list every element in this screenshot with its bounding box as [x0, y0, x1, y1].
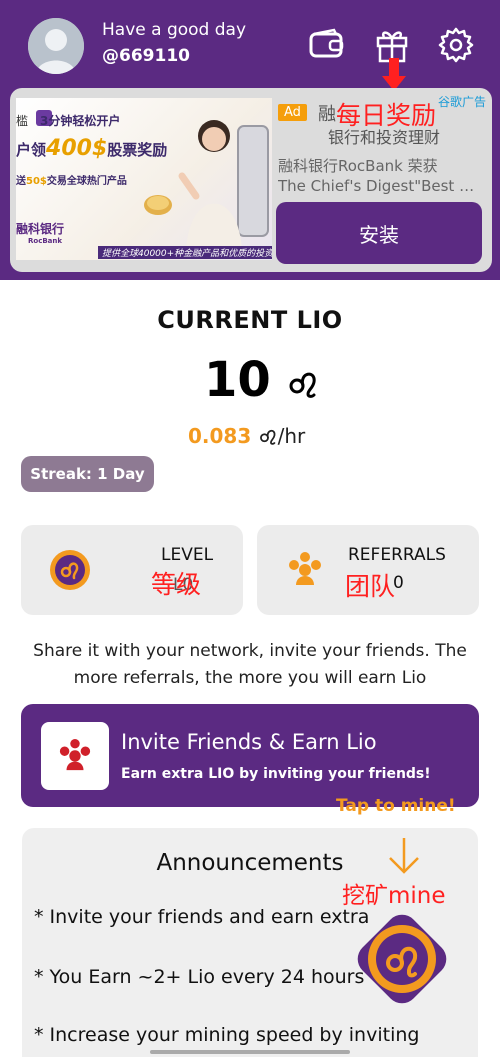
annotation-level: 等级 — [151, 570, 202, 599]
app-screen: Have a good day @669110 槛 3分钟轻松开户 户领400$… — [0, 0, 500, 1057]
current-lio-title: CURRENT LIO — [157, 306, 343, 334]
avatar[interactable] — [28, 18, 84, 74]
ad-description-line1: 融科银行RocBank 荣获 — [278, 157, 438, 175]
mining-rate: 0.083 /hr — [188, 424, 305, 448]
level-label: LEVEL — [161, 545, 214, 565]
home-indicator[interactable] — [150, 1050, 350, 1054]
username: @669110 — [102, 46, 190, 66]
ad-image-sub: 送50$交易全球热门产品 — [16, 176, 127, 187]
share-description: Share it with your network, invite your … — [33, 641, 467, 688]
lio-balance: 10 — [204, 352, 320, 408]
invite-subtitle: Earn extra LIO by inviting your friends! — [121, 766, 431, 782]
leo-symbol-small-icon — [259, 429, 275, 445]
ad-image[interactable]: 槛 3分钟轻松开户 户领400$股票奖励 送50$交易全球热门产品 融科银行 R… — [16, 98, 272, 260]
level-icon — [50, 550, 90, 590]
ad-image-footer: 提供全球40000+种金融产品和优质的投资 — [98, 246, 272, 259]
annotation-down-arrow-icon — [389, 838, 419, 874]
team-icon — [289, 552, 321, 585]
announcement-item: * Invite your friends and earn extra — [34, 906, 370, 928]
ad-badge: Ad — [278, 104, 307, 121]
settings-icon[interactable] — [437, 26, 475, 64]
streak-badge: Streak: 1 Day — [21, 456, 154, 492]
ad-description-line2: The Chief's Digest"Best … — [278, 177, 475, 195]
wallet-icon[interactable] — [308, 26, 346, 64]
annotation-arrow-icon — [382, 58, 406, 91]
ad-image-headline: 3分钟轻松开户 — [40, 114, 121, 128]
mining-rate-unit: /hr — [277, 424, 306, 448]
ad-person-image — [178, 120, 269, 256]
mine-button[interactable] — [345, 902, 459, 1016]
ad-install-button[interactable]: 安装 — [276, 202, 482, 264]
invite-friends-button[interactable]: Invite Friends & Earn Lio Earn extra LIO… — [21, 704, 479, 807]
referrals-card[interactable]: REFERRALS 0 团队 — [257, 525, 479, 615]
announcement-item: * You Earn ~2+ Lio every 24 hours — [34, 966, 365, 988]
lio-balance-value: 10 — [204, 352, 271, 408]
announcement-item: * Increase your mining speed by inviting — [34, 1024, 420, 1046]
user-silhouette-icon — [28, 18, 84, 74]
annotation-team: 团队 — [345, 572, 396, 601]
ad-image-brand: 融科银行 RocBank — [16, 222, 65, 245]
ad-title[interactable]: 融 — [318, 100, 336, 126]
greeting-text: Have a good day — [102, 20, 247, 40]
team-icon — [59, 738, 91, 771]
referrals-label: REFERRALS — [348, 545, 446, 565]
leo-symbol-icon — [289, 372, 316, 398]
ad-image-promo: 户领400$股票奖励 — [16, 136, 168, 161]
ad-image-tag: 槛 — [16, 114, 29, 128]
annotation-daily-reward: 每日奖励 — [336, 101, 437, 130]
mine-leo-icon — [357, 914, 447, 1004]
coin-icon — [144, 195, 172, 215]
adchoices-label[interactable]: 谷歌广告 — [438, 93, 486, 110]
mining-rate-value: 0.083 — [188, 424, 252, 448]
invite-title: Invite Friends & Earn Lio — [121, 730, 377, 754]
invite-icon-box — [41, 722, 109, 790]
tap-to-mine-hint: Tap to mine! — [336, 796, 456, 816]
level-card[interactable]: LEVEL L0 等级 — [21, 525, 243, 615]
